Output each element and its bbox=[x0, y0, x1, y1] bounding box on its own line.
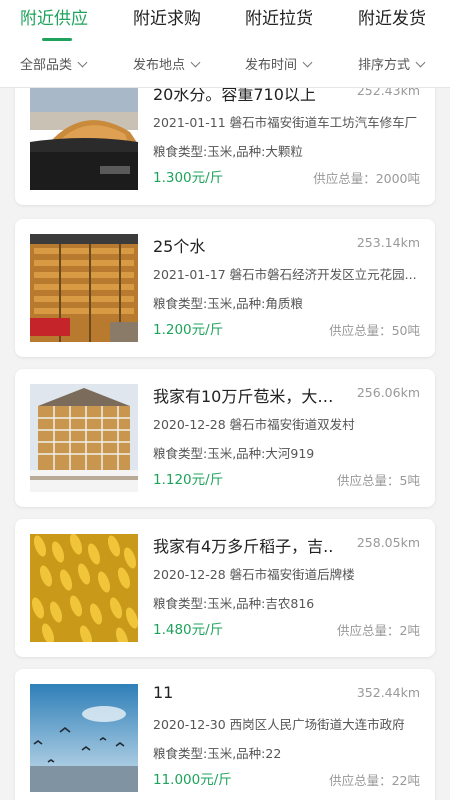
tab-nearby-purchase[interactable]: 附近求购 bbox=[133, 4, 201, 32]
listing-card[interactable]: 我家有4万多斤稻子，吉.. 258.05km 2020-12-28 磐石市福安街… bbox=[15, 519, 435, 657]
listing-title: 我家有10万斤苞米，大部.. bbox=[153, 387, 343, 406]
tab-nearby-ship[interactable]: 附近发货 bbox=[358, 4, 426, 32]
listing-grain-info: 粮食类型:玉米,品种:吉农816 bbox=[153, 596, 315, 611]
listing-supply-total: 供应总量：50吨 bbox=[329, 323, 420, 338]
chevron-down-icon bbox=[415, 57, 426, 68]
listing-price: 1.120元/斤 bbox=[153, 472, 224, 488]
listing-date-address: 2020-12-30 西岗区人民广场街道大连市政府 bbox=[153, 717, 405, 732]
listing-title: 20水分。容重710以上 bbox=[153, 88, 316, 104]
corn-pile-photo bbox=[30, 88, 138, 190]
listing-card[interactable]: 25个水 253.14km 2021-01-17 磐石市磐石经济开发区立元花园.… bbox=[15, 219, 435, 357]
listing-date-address: 2021-01-17 磐石市磐石经济开发区立元花园... bbox=[153, 267, 417, 282]
tab-nearby-haul[interactable]: 附近拉货 bbox=[245, 4, 313, 32]
listing-distance: 258.05km bbox=[356, 535, 420, 550]
listing-date-address: 2020-12-28 磐石市福安街道双发村 bbox=[153, 417, 355, 432]
filter-category[interactable]: 全部品类 bbox=[20, 54, 88, 76]
listing-card[interactable]: 11 352.44km 2020-12-30 西岗区人民广场街道大连市政府 粮食… bbox=[15, 669, 435, 800]
listing-supply-total: 供应总量：2000吨 bbox=[313, 171, 420, 186]
top-header: 附近供应 附近求购 附近拉货 附近发货 全部品类 发布地点 发布时间 排序方式 bbox=[0, 0, 450, 88]
listing-card[interactable]: 我家有10万斤苞米，大部.. 256.06km 2020-12-28 磐石市福安… bbox=[15, 369, 435, 507]
tab-bar: 附近供应 附近求购 附近拉货 附近发货 bbox=[0, 0, 450, 44]
tab-nearby-supply[interactable]: 附近供应 bbox=[20, 4, 88, 32]
active-tab-indicator bbox=[42, 38, 72, 41]
listing-title: 25个水 bbox=[153, 237, 206, 256]
listing-grain-info: 粮食类型:玉米,品种:22 bbox=[153, 746, 282, 761]
listing-grain-info: 粮食类型:玉米,品种:大河919 bbox=[153, 446, 315, 461]
listing-distance: 352.44km bbox=[356, 685, 420, 700]
listing-card[interactable]: 20水分。容重710以上 252.43km 2021-01-11 磐石市福安街道… bbox=[15, 88, 435, 205]
seagulls-sea-photo bbox=[30, 684, 138, 792]
filter-location[interactable]: 发布地点 bbox=[133, 54, 201, 76]
filter-sort-label: 排序方式 bbox=[358, 58, 411, 73]
listing-date-address: 2020-12-28 磐石市福安街道后牌楼 bbox=[153, 567, 355, 582]
filter-sort[interactable]: 排序方式 bbox=[358, 54, 426, 76]
corn-storage-rack-photo bbox=[30, 384, 138, 492]
listing-price: 1.480元/斤 bbox=[153, 622, 224, 638]
listing-distance: 252.43km bbox=[356, 88, 420, 98]
rice-grain-photo bbox=[30, 534, 138, 642]
listing-supply-total: 供应总量：2吨 bbox=[337, 623, 420, 638]
listing-price: 11.000元/斤 bbox=[153, 772, 232, 788]
listing-supply-total: 供应总量：5吨 bbox=[337, 473, 420, 488]
listing-price: 1.200元/斤 bbox=[153, 322, 224, 338]
listing-title: 我家有4万多斤稻子，吉.. bbox=[153, 537, 334, 556]
filter-time[interactable]: 发布时间 bbox=[245, 54, 313, 76]
filter-bar: 全部品类 发布地点 发布时间 排序方式 bbox=[0, 48, 450, 84]
chevron-down-icon bbox=[302, 57, 313, 68]
listing-distance: 256.06km bbox=[356, 385, 420, 400]
chevron-down-icon bbox=[190, 57, 201, 68]
listing-supply-total: 供应总量：22吨 bbox=[329, 773, 420, 788]
listing-price: 1.300元/斤 bbox=[153, 170, 224, 186]
listing-list[interactable]: 20水分。容重710以上 252.43km 2021-01-11 磐石市福安街道… bbox=[0, 88, 450, 800]
filter-location-label: 发布地点 bbox=[133, 58, 186, 73]
chevron-down-icon bbox=[77, 57, 88, 68]
listing-date-address: 2021-01-11 磐石市福安街道车工坊汽车修车厂 bbox=[153, 115, 418, 130]
listing-title: 11 bbox=[153, 683, 174, 702]
listing-grain-info: 粮食类型:玉米,品种:大颗粒 bbox=[153, 144, 303, 159]
filter-category-label: 全部品类 bbox=[20, 58, 73, 73]
listing-distance: 253.14km bbox=[356, 235, 420, 250]
corn-crib-photo bbox=[30, 234, 138, 342]
filter-time-label: 发布时间 bbox=[245, 58, 298, 73]
listing-grain-info: 粮食类型:玉米,品种:角质粮 bbox=[153, 296, 303, 311]
